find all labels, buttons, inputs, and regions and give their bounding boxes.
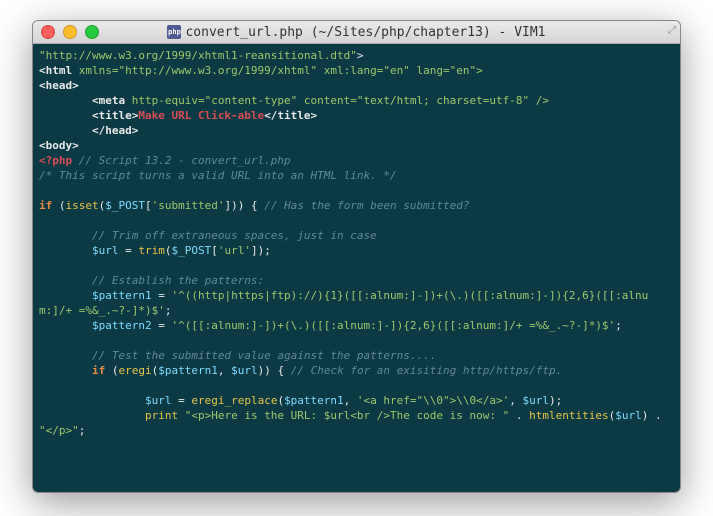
paren-brace: )) { bbox=[231, 199, 258, 212]
equals: = bbox=[118, 244, 138, 257]
paren-concat: ) . bbox=[642, 409, 669, 422]
var-post: $_POST bbox=[105, 199, 145, 212]
var-url: $url bbox=[145, 394, 172, 407]
fn-isset: isset bbox=[66, 199, 99, 212]
titlebar[interactable]: php convert_url.php (~/Sites/php/chapter… bbox=[33, 21, 680, 44]
string: "<p>Here is the URL: $url<br />The code … bbox=[185, 409, 510, 422]
fn-print: print bbox=[145, 409, 178, 422]
var: $pattern1 bbox=[284, 394, 344, 407]
bracket: [ bbox=[145, 199, 152, 212]
indent bbox=[39, 94, 92, 107]
comment: // Has the form been submitted? bbox=[258, 199, 470, 212]
indent bbox=[39, 274, 92, 287]
fn-htmlentities: htmlentities bbox=[529, 409, 608, 422]
indent bbox=[39, 289, 92, 302]
paren-brace: )) { bbox=[258, 364, 285, 377]
indent bbox=[39, 124, 92, 137]
fn-eregi-replace: eregi_replace bbox=[191, 394, 277, 407]
semicolon: ; bbox=[165, 304, 172, 317]
indent bbox=[39, 349, 92, 362]
var-pattern2: $pattern2 bbox=[92, 319, 152, 332]
var-url: $url bbox=[92, 244, 119, 257]
comment: // Check for an exisiting http/https/ftp… bbox=[284, 364, 562, 377]
var-pattern1: $pattern1 bbox=[92, 289, 152, 302]
var-post: $_POST bbox=[171, 244, 211, 257]
head-open: <head> bbox=[39, 79, 79, 92]
comment: // Establish the patterns: bbox=[92, 274, 264, 287]
var: $url bbox=[231, 364, 258, 377]
indent bbox=[39, 409, 145, 422]
bracket: [ bbox=[211, 244, 218, 257]
title-content: Make URL Click-able bbox=[138, 109, 264, 122]
var: $url bbox=[523, 394, 550, 407]
zoom-icon[interactable] bbox=[85, 25, 99, 39]
window-title: php convert_url.php (~/Sites/php/chapter… bbox=[33, 25, 680, 40]
head-close: </head> bbox=[92, 124, 138, 137]
comma: , bbox=[218, 364, 231, 377]
paren-semi: ); bbox=[549, 394, 562, 407]
editor-area[interactable]: "http://www.w3.org/1999/xhtml1-reansitio… bbox=[33, 44, 680, 492]
html-tag: <html bbox=[39, 64, 72, 77]
var: $pattern1 bbox=[158, 364, 218, 377]
keyword-if: if bbox=[92, 364, 105, 377]
indent bbox=[39, 109, 92, 122]
php-file-icon: php bbox=[167, 25, 181, 39]
indent bbox=[39, 394, 145, 407]
meta-attrs: http-equiv="content-type" content="text/… bbox=[125, 94, 549, 107]
string: "</p>" bbox=[39, 424, 79, 437]
semicolon: ; bbox=[615, 319, 622, 332]
tag-close: > bbox=[357, 49, 364, 62]
comment-block: /* This script turns a valid URL into an… bbox=[39, 169, 397, 182]
equals: = bbox=[152, 289, 172, 302]
title-close-tag: </title> bbox=[264, 109, 317, 122]
keyword-if: if bbox=[39, 199, 52, 212]
equals: = bbox=[152, 319, 172, 332]
indent bbox=[39, 319, 92, 332]
equals: = bbox=[171, 394, 191, 407]
traffic-lights bbox=[33, 25, 99, 39]
comment: // Trim off extraneous spaces, just in c… bbox=[92, 229, 377, 242]
string: '<a href="\\0">\\0</a>' bbox=[357, 394, 509, 407]
meta-tag: <meta bbox=[92, 94, 125, 107]
var: $url bbox=[615, 409, 642, 422]
indent bbox=[39, 244, 92, 257]
html-attrs: xmlns="http://www.w3.org/1999/xhtml" xml… bbox=[72, 64, 483, 77]
string-regex: '^([[:alnum:]-])+(\.)([[:alnum:]-]){2,6}… bbox=[171, 319, 615, 332]
comment: // Test the submitted value against the … bbox=[92, 349, 436, 362]
title-open: <title> bbox=[92, 109, 138, 122]
title-text: convert_url.php (~/Sites/php/chapter13) … bbox=[185, 25, 545, 40]
indent bbox=[39, 229, 92, 242]
fn-eregi: eregi bbox=[118, 364, 151, 377]
space bbox=[178, 409, 185, 422]
minimize-icon[interactable] bbox=[63, 25, 77, 39]
php-open-tag: <?php bbox=[39, 154, 72, 167]
fn-trim: trim bbox=[138, 244, 165, 257]
paren: ( bbox=[52, 199, 65, 212]
paren: ( bbox=[105, 364, 118, 377]
comma: , bbox=[344, 394, 357, 407]
comment: // Script 13.2 - convert_url.php bbox=[72, 154, 291, 167]
paren-semi: ); bbox=[258, 244, 271, 257]
resize-icon[interactable]: ⤢ bbox=[668, 25, 676, 36]
semicolon: ; bbox=[79, 424, 86, 437]
string: 'url' bbox=[218, 244, 251, 257]
bracket: ] bbox=[251, 244, 258, 257]
vim-window: php convert_url.php (~/Sites/php/chapter… bbox=[32, 20, 681, 493]
body-open: <body> bbox=[39, 139, 79, 152]
indent bbox=[39, 364, 92, 377]
concat: . bbox=[509, 409, 529, 422]
close-icon[interactable] bbox=[41, 25, 55, 39]
doctype-string: "http://www.w3.org/1999/xhtml1-reansitio… bbox=[39, 49, 357, 62]
string: 'submitted' bbox=[152, 199, 225, 212]
comma: , bbox=[509, 394, 522, 407]
